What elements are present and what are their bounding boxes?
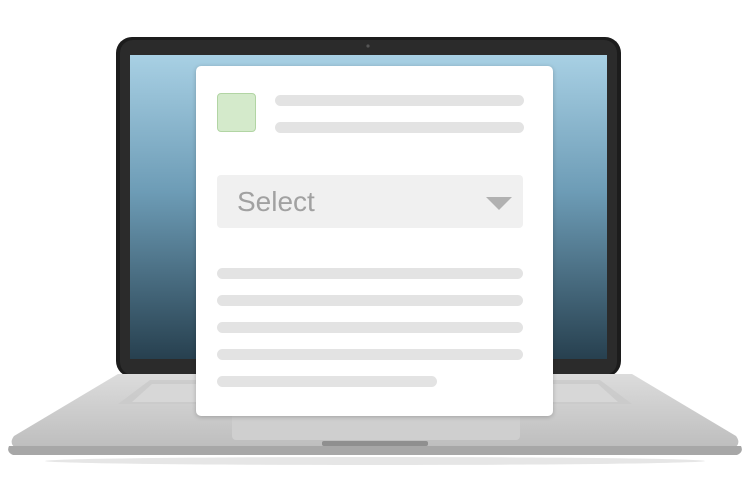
trackpad: [232, 413, 520, 440]
form-card: Select: [196, 66, 553, 416]
text-line-placeholder: [217, 295, 523, 306]
lid-notch: [322, 441, 428, 446]
text-line-placeholder: [217, 322, 523, 333]
select-value: Select: [237, 186, 315, 217]
caret-down-icon[interactable]: [486, 197, 512, 210]
thumbnail-placeholder: [217, 93, 256, 132]
text-line-placeholder: [217, 376, 437, 387]
subtitle-line-placeholder: [275, 122, 524, 133]
title-line-placeholder: [275, 95, 524, 106]
text-line-placeholder: [217, 268, 523, 279]
webcam-icon: [366, 44, 370, 48]
select-dropdown[interactable]: Select: [217, 175, 523, 228]
text-line-placeholder: [217, 349, 523, 360]
